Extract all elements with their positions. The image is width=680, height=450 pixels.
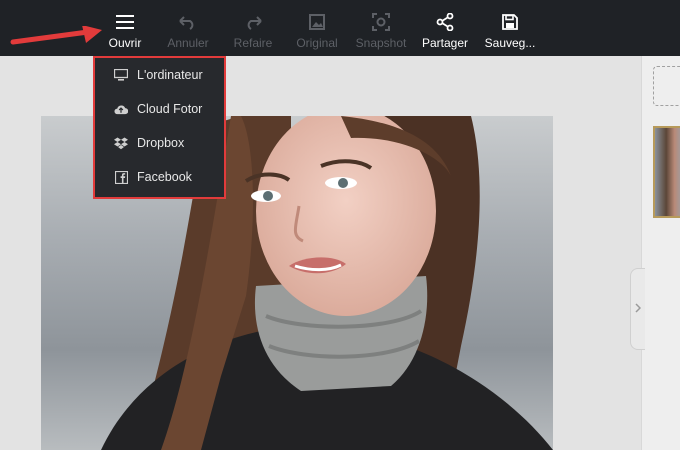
chevron-right-icon <box>635 300 642 318</box>
annotation-arrow <box>10 26 102 45</box>
open-dropdown-menu: L'ordinateur Cloud Fotor Dropbox Faceboo… <box>93 56 226 199</box>
selected-thumbnail[interactable] <box>653 126 680 218</box>
share-icon <box>434 11 456 33</box>
cloud-upload-icon <box>114 102 128 116</box>
open-label: Ouvrir <box>108 36 142 50</box>
image-icon <box>306 11 328 33</box>
original-button[interactable]: Original <box>292 0 342 56</box>
save-icon <box>499 11 521 33</box>
snapshot-icon <box>370 11 392 33</box>
redo-icon <box>242 11 264 33</box>
save-label: Sauveg... <box>484 36 536 50</box>
original-label: Original <box>296 36 338 50</box>
open-button[interactable]: Ouvrir <box>104 0 146 56</box>
undo-icon <box>177 11 199 33</box>
dropbox-icon <box>114 136 128 150</box>
menu-icon <box>114 11 136 33</box>
facebook-icon <box>114 170 128 184</box>
undo-label: Annuler <box>167 36 209 50</box>
save-button[interactable]: Sauveg... <box>482 0 538 56</box>
monitor-icon <box>114 68 128 82</box>
menu-item-cloud-fotor-label: Cloud Fotor <box>137 102 203 116</box>
menu-item-dropbox[interactable]: Dropbox <box>95 126 224 160</box>
menu-item-cloud-fotor[interactable]: Cloud Fotor <box>95 92 224 126</box>
undo-button[interactable]: Annuler <box>164 0 212 56</box>
right-panel <box>641 56 680 450</box>
share-label: Partager <box>421 36 469 50</box>
menu-item-computer[interactable]: L'ordinateur <box>95 58 224 92</box>
menu-item-facebook[interactable]: Facebook <box>95 160 224 194</box>
collapse-panel-tab[interactable] <box>630 268 645 350</box>
redo-button[interactable]: Refaire <box>230 0 276 56</box>
add-image-slot[interactable] <box>653 66 680 106</box>
snapshot-label: Snapshot <box>355 36 407 50</box>
menu-item-dropbox-label: Dropbox <box>137 136 185 150</box>
share-button[interactable]: Partager <box>419 0 471 56</box>
menu-item-computer-label: L'ordinateur <box>137 68 203 82</box>
redo-label: Refaire <box>233 36 273 50</box>
menu-item-facebook-label: Facebook <box>137 170 192 184</box>
snapshot-button[interactable]: Snapshot <box>353 0 409 56</box>
